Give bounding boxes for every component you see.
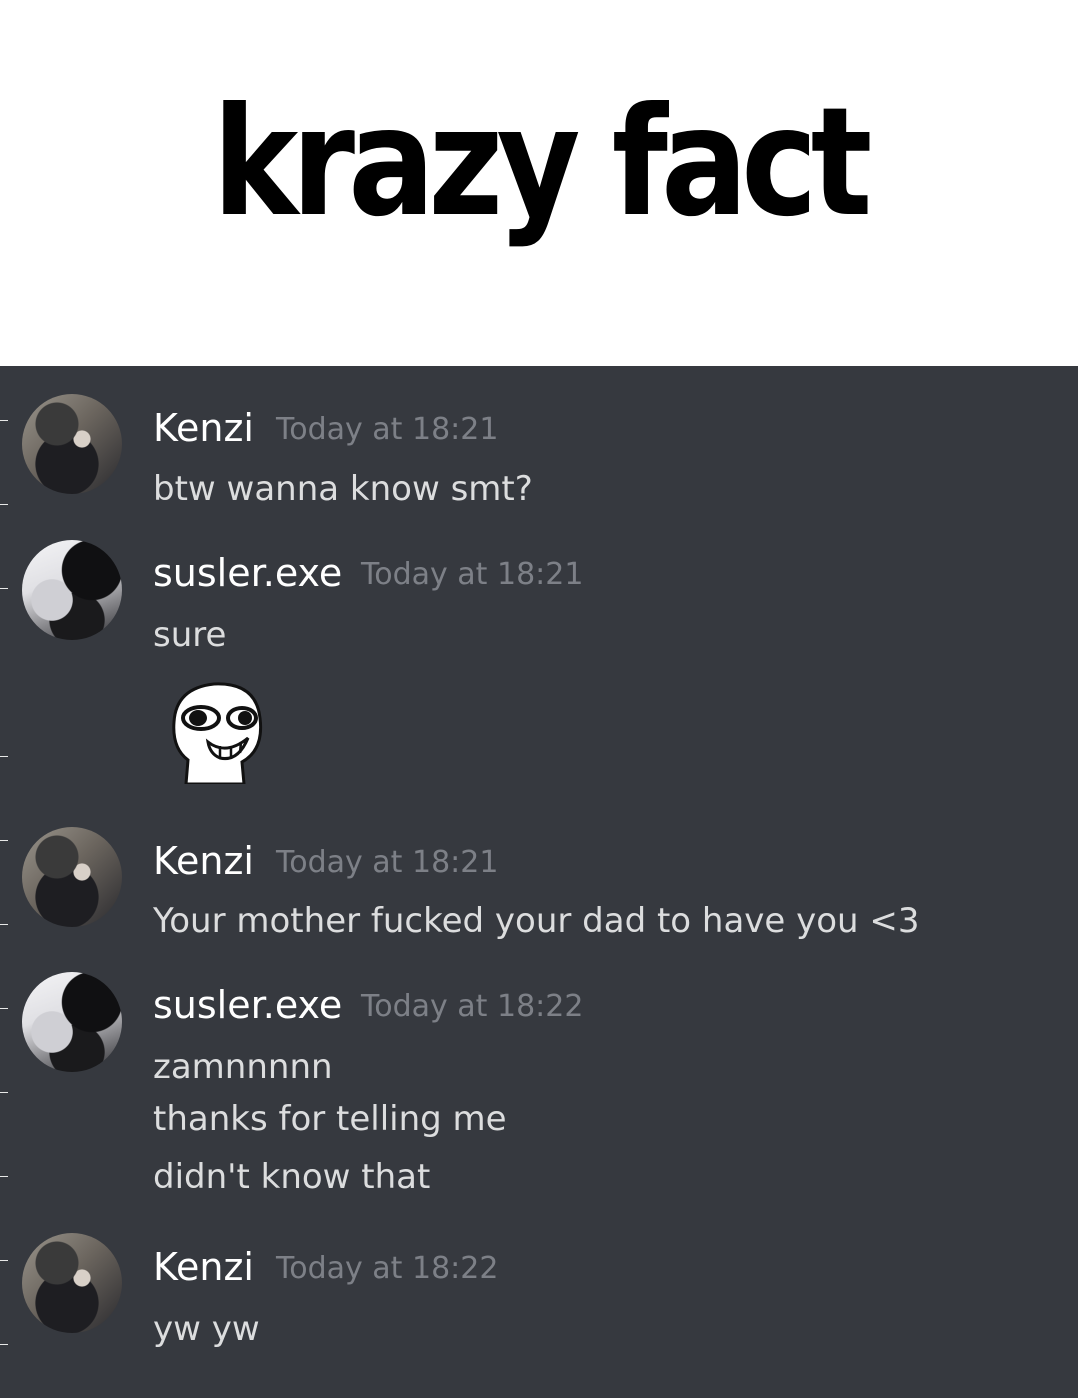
message-text: Your mother fucked your dad to have you … — [153, 901, 920, 941]
gutter-tick — [0, 924, 8, 925]
username[interactable]: susler.exe — [153, 986, 342, 1024]
gutter-tick — [0, 1260, 8, 1261]
timestamp: Today at 18:21 — [276, 412, 499, 447]
grinning-face-sticker[interactable] — [168, 678, 268, 784]
gutter-tick — [0, 504, 8, 505]
caption-text: krazy fact — [212, 76, 872, 250]
username[interactable]: Kenzi — [153, 842, 254, 880]
avatar[interactable] — [22, 540, 122, 640]
timestamp: Today at 18:21 — [361, 557, 584, 592]
timestamp: Today at 18:22 — [361, 989, 584, 1024]
gutter-tick — [0, 588, 8, 589]
avatar[interactable] — [22, 827, 122, 927]
avatar[interactable] — [22, 394, 122, 494]
avatar[interactable] — [22, 1233, 122, 1333]
meme-caption: krazy fact — [0, 0, 1078, 366]
gutter-tick — [0, 1008, 8, 1009]
timestamp: Today at 18:22 — [276, 1251, 499, 1286]
username[interactable]: susler.exe — [153, 554, 342, 592]
gutter-tick — [0, 420, 8, 421]
gutter-tick — [0, 1176, 8, 1177]
message-text: thanks for telling me — [153, 1099, 507, 1139]
avatar[interactable] — [22, 972, 122, 1072]
message-text: btw wanna know smt? — [153, 469, 533, 509]
gutter-tick — [0, 756, 8, 757]
chat-log: Kenzi Today at 18:21 btw wanna know smt?… — [0, 366, 1078, 1398]
message-text: didn't know that — [153, 1157, 431, 1197]
gutter-tick — [0, 1092, 8, 1093]
timestamp: Today at 18:21 — [276, 845, 499, 880]
username[interactable]: Kenzi — [153, 409, 254, 447]
message-text: yw yw — [153, 1309, 260, 1349]
message-text: sure — [153, 615, 227, 655]
username[interactable]: Kenzi — [153, 1248, 254, 1286]
message-text: zamnnnnn — [153, 1047, 333, 1087]
gutter-tick — [0, 840, 8, 841]
gutter-tick — [0, 1344, 8, 1345]
